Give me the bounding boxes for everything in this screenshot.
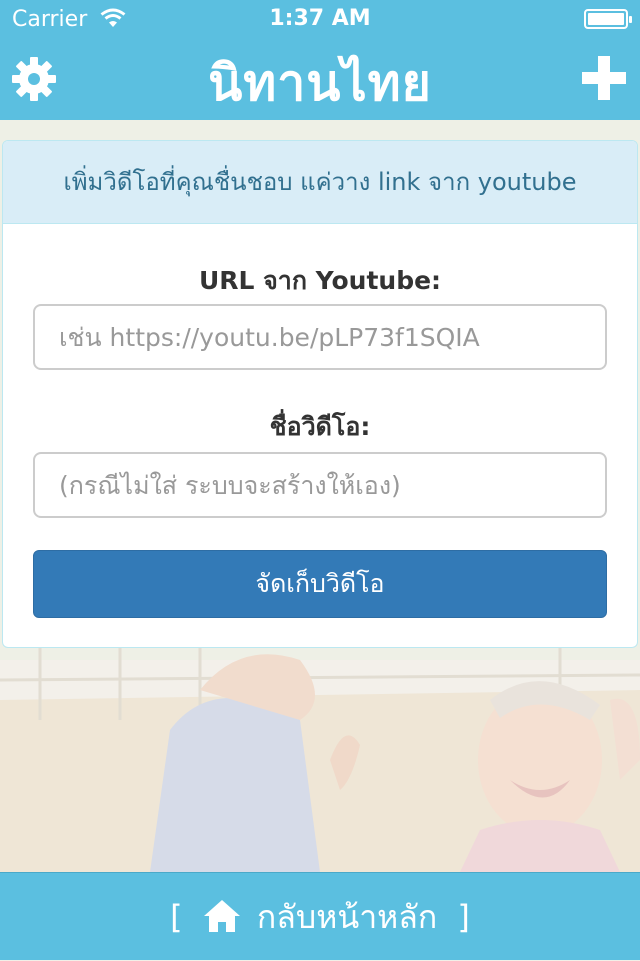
add-video-panel: เพิ่มวิดีโอที่คุณชื่นชอบ แค่วาง link จาก…	[2, 140, 638, 648]
close-bracket: ]	[457, 898, 470, 936]
status-time: 1:37 AM	[269, 6, 371, 31]
video-name-input[interactable]	[33, 452, 607, 518]
save-video-button[interactable]: จัดเก็บวิดีโอ	[33, 550, 607, 618]
home-icon	[203, 900, 240, 932]
back-home-label: กลับหน้าหลัก	[256, 898, 438, 936]
plus-icon[interactable]	[582, 56, 626, 100]
video-name-label: ชื่อวิดีโอ:	[269, 412, 371, 441]
app-title: นิทานไทย	[208, 54, 432, 112]
open-bracket: [	[170, 898, 183, 936]
back-home-button[interactable]: [ กลับหน้าหลัก ]	[0, 872, 640, 960]
url-input[interactable]	[33, 304, 607, 370]
nav-bar: นิทานไทย	[0, 40, 640, 120]
panel-heading: เพิ่มวิดีโอที่คุณชื่นชอบ แค่วาง link จาก…	[3, 141, 637, 224]
url-label: URL จาก Youtube:	[198, 266, 442, 295]
battery-icon	[584, 9, 632, 29]
status-bar: Carrier 1:37 AM	[0, 0, 640, 40]
